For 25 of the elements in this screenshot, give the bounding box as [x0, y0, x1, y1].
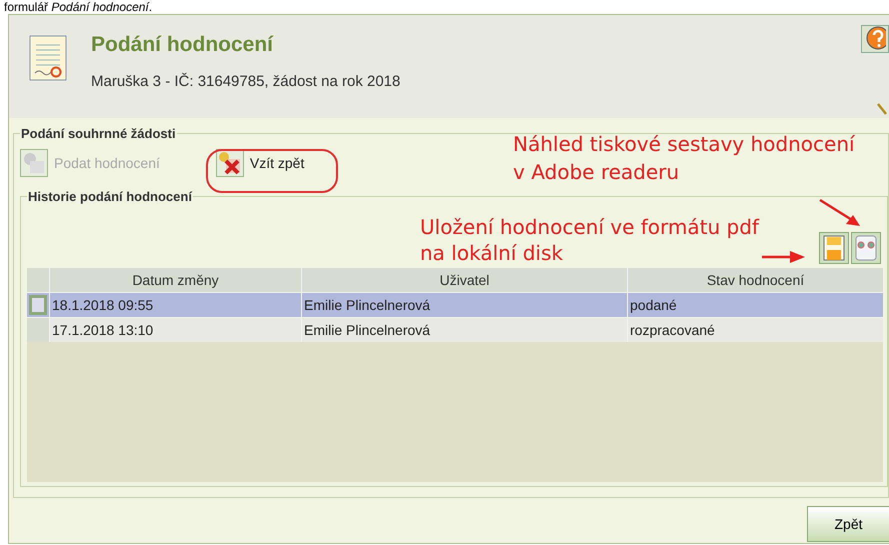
group-legend: Historie podání hodnocení — [27, 189, 193, 204]
save-icon[interactable] — [819, 232, 849, 264]
back-button[interactable]: Zpět — [807, 506, 889, 542]
annotation-arrow — [762, 250, 806, 264]
table-cell: 17.1.2018 13:10 — [49, 318, 301, 342]
page-title: Podání hodnocení — [91, 33, 274, 57]
table-cell: Emilie Plincelnerová — [301, 318, 627, 342]
annotation-text: Uložení hodnocení ve formátu pdf na lokální disk — [420, 214, 759, 266]
column-header[interactable]: Uživatel — [301, 268, 627, 292]
annotation-arrow — [818, 198, 862, 228]
help-icon[interactable] — [861, 25, 889, 53]
document-icon — [22, 151, 46, 175]
delete-icon — [218, 151, 242, 175]
annotation-text: Náhled tiskové sestavy hodnocení v Adobe readeru — [513, 131, 855, 186]
toolbar-button[interactable]: Vzít zpět — [216, 149, 304, 177]
column-header[interactable]: Datum změny — [49, 268, 301, 292]
table-cell: rozpracované — [627, 318, 883, 342]
column-header[interactable]: Stav hodnocení — [627, 268, 883, 292]
table-corner — [27, 268, 49, 292]
preview-icon[interactable] — [851, 232, 881, 264]
certificate-icon — [29, 35, 69, 83]
page-subtitle: Maruška 3 - IČ: 31649785, žádost na rok 2018 — [91, 73, 400, 90]
group-legend: Podání souhrnné žádosti — [20, 126, 177, 141]
row-selector[interactable] — [29, 295, 47, 315]
document-text: formulář Podání hodnocení. — [3, 0, 154, 14]
